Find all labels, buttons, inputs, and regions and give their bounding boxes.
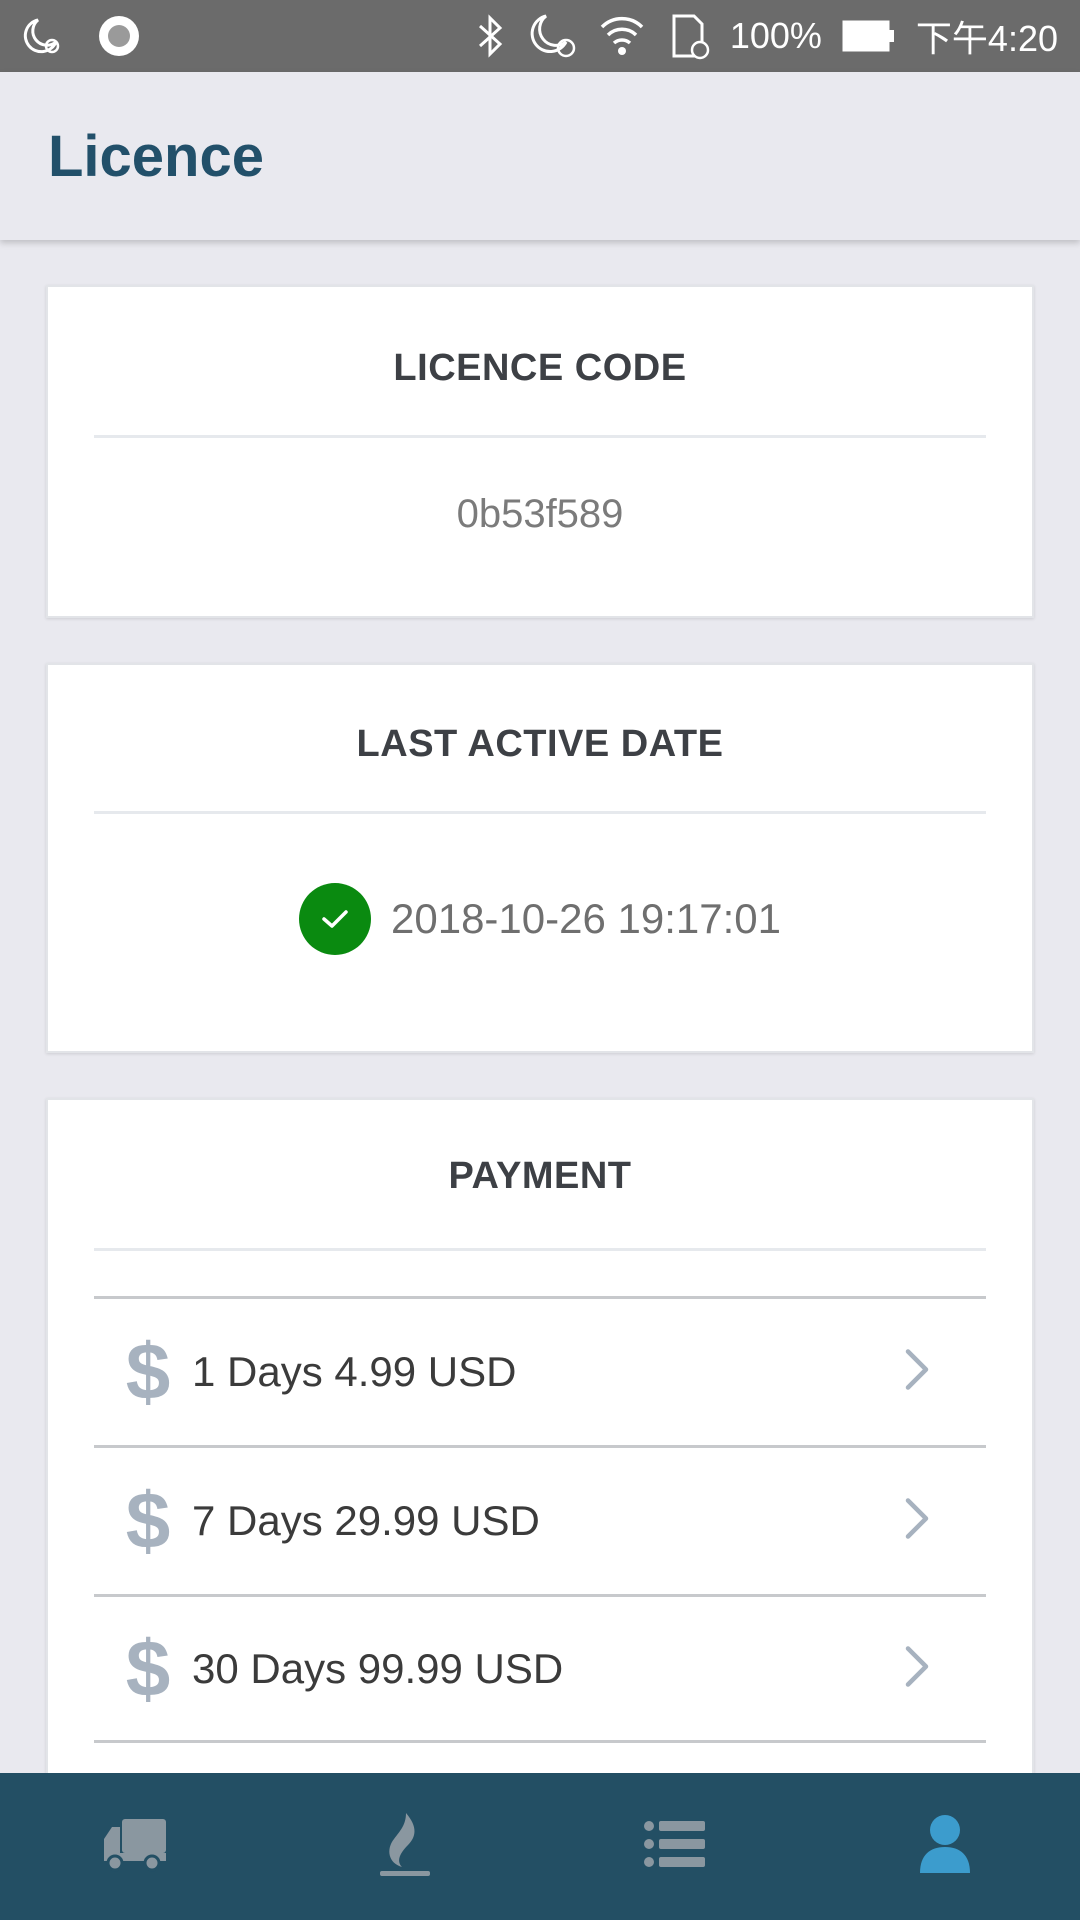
dollar-icon: $ bbox=[125, 1476, 171, 1565]
chevron-right-icon bbox=[904, 1644, 930, 1693]
nav-item-profile[interactable] bbox=[810, 1773, 1080, 1920]
payment-option-label: 1 Days 4.99 USD bbox=[192, 1348, 517, 1395]
status-bar: 100% 下午4:20 bbox=[0, 0, 1080, 72]
dollar-icon: $ bbox=[125, 1327, 171, 1416]
last-active-card: LAST ACTIVE DATE 2018-10-26 19:17:01 bbox=[46, 663, 1034, 1053]
sd-card-icon bbox=[666, 12, 710, 60]
chevron-right-icon bbox=[904, 1497, 930, 1546]
moon-alarm-icon bbox=[528, 12, 578, 60]
payment-option-label: 7 Days 29.99 USD bbox=[192, 1497, 540, 1544]
last-active-heading: LAST ACTIVE DATE bbox=[356, 723, 724, 765]
wifi-icon bbox=[598, 13, 646, 59]
payment-card: PAYMENT $ 1 Days 4.99 USD $ 7 Days 29.99… bbox=[46, 1098, 1034, 1798]
nav-item-list[interactable] bbox=[540, 1773, 810, 1920]
last-active-date: 2018-10-26 19:17:01 bbox=[391, 895, 781, 942]
payment-option-1-day[interactable]: $ 1 Days 4.99 USD bbox=[94, 1296, 986, 1445]
user-icon bbox=[918, 1813, 972, 1880]
page-title: Licence bbox=[48, 123, 264, 189]
bottom-nav bbox=[0, 1773, 1080, 1920]
clock: 下午4:20 bbox=[915, 18, 1058, 59]
app-header: Licence bbox=[0, 72, 1080, 240]
nav-item-delivery[interactable] bbox=[0, 1773, 270, 1920]
divider bbox=[94, 1248, 986, 1251]
bluetooth-icon bbox=[474, 14, 508, 58]
truck-icon bbox=[100, 1815, 170, 1878]
battery-percent: 100% bbox=[729, 15, 822, 56]
payment-heading: PAYMENT bbox=[448, 1155, 632, 1197]
list-icon bbox=[643, 1818, 707, 1875]
moon-alarm-icon bbox=[22, 16, 62, 56]
battery-icon bbox=[842, 19, 896, 53]
chevron-right-icon bbox=[904, 1348, 930, 1397]
licence-code-value: 0b53f589 bbox=[456, 492, 624, 536]
divider bbox=[94, 435, 986, 438]
record-icon bbox=[96, 13, 142, 59]
payment-option-30-days[interactable]: $ 30 Days 99.99 USD bbox=[94, 1594, 986, 1743]
divider bbox=[94, 811, 986, 814]
nav-item-fire[interactable] bbox=[270, 1773, 540, 1920]
dollar-icon: $ bbox=[125, 1623, 171, 1713]
payment-option-7-days[interactable]: $ 7 Days 29.99 USD bbox=[94, 1445, 986, 1594]
flame-icon bbox=[376, 1809, 434, 1884]
licence-code-heading: LICENCE CODE bbox=[393, 347, 687, 389]
payment-option-label: 30 Days 99.99 USD bbox=[192, 1644, 564, 1692]
licence-code-card: LICENCE CODE 0b53f589 bbox=[46, 285, 1034, 618]
last-active-row: 2018-10-26 19:17:01 bbox=[48, 883, 1032, 955]
payment-list: $ 1 Days 4.99 USD $ 7 Days 29.99 USD $ 3… bbox=[94, 1296, 986, 1743]
check-circle-icon bbox=[299, 883, 371, 955]
